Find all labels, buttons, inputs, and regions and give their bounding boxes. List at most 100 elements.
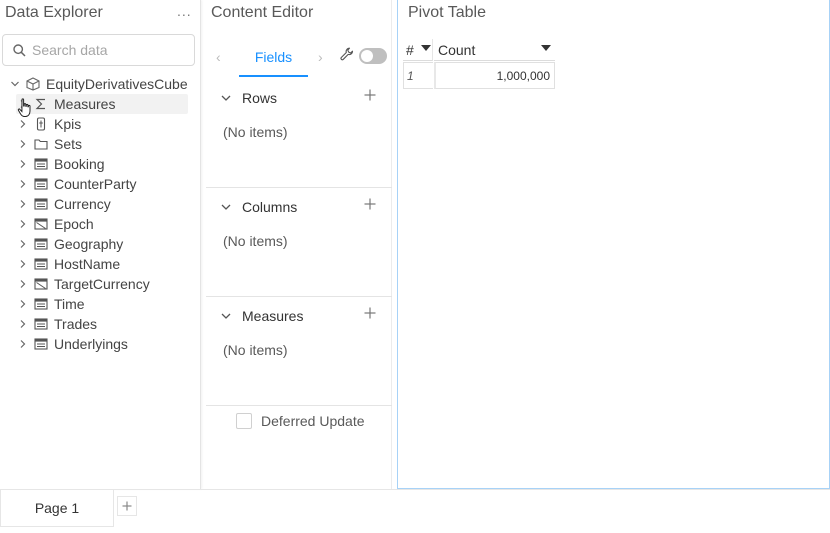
tree-item-time[interactable]: Time	[16, 294, 188, 314]
cube-label: EquityDerivativesCube	[46, 76, 188, 92]
tree-item-counterparty[interactable]: CounterParty	[16, 174, 188, 194]
index-header-label: #	[406, 41, 414, 58]
tree-item-label: HostName	[54, 256, 121, 272]
cube-node[interactable]: EquityDerivativesCube	[8, 74, 188, 94]
data-explorer-title: Data Explorer	[5, 4, 103, 21]
tree-item-measures[interactable]: Measures	[16, 94, 188, 114]
search-box[interactable]	[2, 34, 195, 66]
columns-label: Columns	[242, 199, 298, 215]
tree-item-label: Measures	[54, 96, 116, 112]
tree-item-label: Booking	[54, 156, 105, 172]
tree-item-label: Underlyings	[54, 336, 128, 352]
columns-empty-text: (No items)	[223, 233, 288, 249]
index-column-header[interactable]: #	[403, 39, 433, 61]
chevron-right-icon[interactable]	[16, 317, 30, 331]
chevron-right-icon[interactable]	[16, 237, 30, 251]
tree-item-label: Epoch	[54, 216, 94, 232]
mode-toggle[interactable]	[359, 48, 387, 64]
tree-item-hostname[interactable]: HostName	[16, 254, 188, 274]
sigma-icon	[33, 97, 49, 111]
deferred-update-label: Deferred Update	[261, 413, 365, 429]
analytic-dimension-icon	[33, 277, 49, 291]
chevron-down-icon	[221, 313, 231, 319]
tree-item-underlyings[interactable]: Underlyings	[16, 334, 188, 354]
content-editor-panel: Content Editor ‹ Fields › Rows (No items…	[206, 0, 392, 489]
rows-section-header[interactable]: Rows	[220, 88, 380, 108]
chevron-right-icon[interactable]	[16, 117, 30, 131]
search-input[interactable]	[32, 42, 182, 58]
tree-item-booking[interactable]: Booking	[16, 154, 188, 174]
dimension-icon	[33, 237, 49, 251]
tab-fields[interactable]: Fields	[239, 40, 308, 77]
chevron-right-icon[interactable]	[16, 277, 30, 291]
columns-section-header[interactable]: Columns	[220, 197, 380, 217]
tree-item-label: Kpis	[54, 116, 82, 132]
toggle-knob	[361, 50, 373, 62]
page-bar-divider	[0, 489, 830, 490]
rows-section: Rows (No items)	[206, 78, 392, 188]
chevron-down-icon[interactable]	[8, 77, 22, 91]
dimension-icon	[33, 157, 49, 171]
wrench-icon[interactable]	[340, 47, 354, 61]
analytic-dimension-icon	[33, 217, 49, 231]
pivot-table-title: Pivot Table	[408, 4, 486, 21]
count-value-cell[interactable]: 1,000,000	[434, 62, 555, 89]
measures-label: Measures	[242, 308, 304, 324]
dimension-icon	[33, 197, 49, 211]
tree-item-label: Time	[54, 296, 85, 312]
tree-item-label: Trades	[54, 316, 98, 332]
columns-section: Columns (No items)	[206, 187, 392, 297]
count-column-header[interactable]: Count	[434, 39, 555, 61]
dimension-icon	[33, 297, 49, 311]
chevron-down-icon	[221, 95, 231, 101]
folder-icon	[33, 137, 49, 151]
add-row-plus-icon[interactable]	[362, 87, 378, 103]
tree-item-kpis[interactable]: Kpis	[16, 114, 188, 134]
dimension-icon	[33, 317, 49, 331]
deferred-update-checkbox[interactable]	[236, 413, 252, 429]
tree-item-currency[interactable]: Currency	[16, 194, 188, 214]
measures-section: Measures (No items)	[206, 296, 392, 406]
chevron-right-icon[interactable]	[16, 337, 30, 351]
page-tab-1[interactable]: Page 1	[0, 490, 114, 527]
row-index-cell: 1	[403, 62, 433, 89]
kpi-icon	[33, 117, 49, 131]
tab-next-chevron-right-icon[interactable]: ›	[318, 49, 323, 65]
deferred-update-option[interactable]: Deferred Update	[236, 413, 365, 429]
chevron-right-icon[interactable]	[16, 297, 30, 311]
cube-icon	[25, 77, 41, 91]
chevron-right-icon[interactable]	[16, 197, 30, 211]
chevron-right-icon[interactable]	[16, 157, 30, 171]
tree-item-label: Geography	[54, 236, 124, 252]
content-editor-title: Content Editor	[211, 4, 314, 21]
tree-item-sets[interactable]: Sets	[16, 134, 188, 154]
dropdown-triangle-icon[interactable]	[421, 45, 431, 51]
dimension-icon	[33, 257, 49, 271]
more-options-button[interactable]: ...	[177, 3, 192, 19]
dimension-icon	[33, 177, 49, 191]
plus-icon	[122, 501, 132, 511]
tree-item-label: Sets	[54, 136, 83, 152]
tree-item-label: TargetCurrency	[54, 276, 150, 292]
chevron-right-icon[interactable]	[16, 257, 30, 271]
add-page-button[interactable]	[117, 496, 137, 516]
dropdown-triangle-icon[interactable]	[541, 45, 551, 51]
tree-item-epoch[interactable]: Epoch	[16, 214, 188, 234]
pivot-table-panel: Pivot Table # Count 1 1,000,000	[397, 0, 830, 489]
data-explorer-panel: Data Explorer ... EquityDerivativesCube …	[0, 0, 201, 489]
tab-prev-chevron-left-icon[interactable]: ‹	[216, 49, 221, 65]
tree-item-label: CounterParty	[54, 176, 137, 192]
measures-section-header[interactable]: Measures	[220, 306, 380, 326]
chevron-right-icon[interactable]	[16, 97, 30, 111]
chevron-right-icon[interactable]	[16, 217, 30, 231]
chevron-right-icon[interactable]	[16, 177, 30, 191]
tree-item-geography[interactable]: Geography	[16, 234, 188, 254]
search-icon	[13, 43, 26, 57]
chevron-right-icon[interactable]	[16, 137, 30, 151]
add-column-plus-icon[interactable]	[362, 196, 378, 212]
rows-label: Rows	[242, 90, 278, 106]
measures-empty-text: (No items)	[223, 342, 288, 358]
tree-item-trades[interactable]: Trades	[16, 314, 188, 334]
tree-item-targetcurrency[interactable]: TargetCurrency	[16, 274, 188, 294]
add-measure-plus-icon[interactable]	[362, 305, 378, 321]
